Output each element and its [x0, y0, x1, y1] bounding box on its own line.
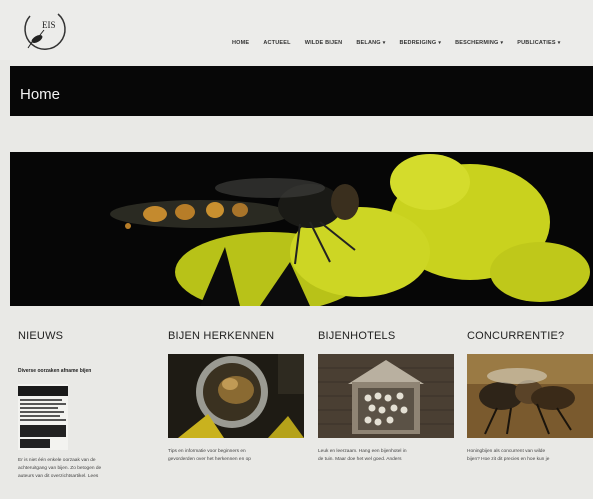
bee-identification-column: BIJEN HERKENNEN Tips en informatie voor …	[168, 330, 304, 464]
news-teaser: Er is niet één enkele oorzaak van de ach…	[18, 457, 146, 481]
bee-identification-teaser-line: Tips en informatie voor beginners en	[168, 449, 246, 454]
nav-wilde-bijen[interactable]: WILDE BIJEN	[305, 40, 343, 46]
nav-bescherming[interactable]: BESCHERMING ▾	[455, 40, 503, 46]
nav-actueel[interactable]: ACTUEEL	[263, 40, 290, 46]
page-title-bar: Home	[10, 66, 593, 116]
nav-belang-label: BELANG	[356, 40, 381, 46]
eis-logo[interactable]: EIS	[20, 8, 70, 54]
news-teaser-line: Er is niet één enkele oorzaak van de	[18, 458, 96, 463]
competition-teaser-line: Honingbijen als concurrent van wilde	[467, 449, 546, 454]
chevron-down-icon: ▾	[382, 40, 386, 46]
nav-bescherming-label: BESCHERMING	[455, 40, 499, 46]
chevron-down-icon: ▾	[557, 40, 561, 46]
chevron-down-icon: ▾	[438, 40, 442, 46]
nav-home[interactable]: HOME	[232, 40, 249, 46]
nav-actueel-label: ACTUEEL	[263, 40, 291, 46]
bee-hotel-image	[318, 354, 454, 438]
main-nav: HOME ACTUEEL WILDE BIJEN BELANG ▾ BEDREIG…	[232, 40, 593, 46]
nav-bedreiging[interactable]: BEDREIGING ▾	[400, 40, 442, 46]
page-title: Home	[20, 86, 61, 103]
nav-publicaties[interactable]: PUBLICATIES ▾	[517, 40, 560, 46]
news-heading: NIEUWS	[18, 330, 64, 342]
nav-publicaties-label: PUBLICATIES	[517, 40, 556, 46]
news-column: NIEUWS Diverse oorzaken afname bijen Er …	[18, 330, 146, 481]
bee-hotels-heading[interactable]: BIJENHOTELS	[318, 330, 454, 342]
logo-text: EIS	[42, 20, 56, 30]
bee-hotels-teaser: Leuk en leerzaam. Hang een bijenhotel in…	[318, 448, 454, 464]
nav-belang[interactable]: BELANG ▾	[356, 40, 385, 46]
bee-hotels-teaser-line: Leuk en leerzaam. Hang een bijenhotel in	[318, 449, 407, 454]
competition-teaser: Honingbijen als concurrent van wilde bij…	[467, 448, 593, 464]
honeybee-image	[467, 354, 593, 438]
news-headline-link[interactable]: Diverse oorzaken afname bijen	[18, 368, 146, 374]
hero-image	[10, 152, 593, 306]
nav-wilde-bijen-label: WILDE BIJEN	[304, 40, 343, 46]
news-document-thumbnail[interactable]	[18, 384, 68, 450]
news-teaser-line: achteruitgang van bijen. Zo betogen de	[18, 466, 102, 471]
site-header: EIS HOME ACTUEEL WILDE BIJEN BELANG ▾ BED…	[0, 0, 593, 60]
bee-hotels-teaser-line: de tuin. Maar doe het wel goed. Anders	[318, 457, 402, 462]
news-teaser-line: auteurs van dit overzichtsartikel. Lees	[18, 474, 99, 479]
content-columns: NIEUWS Diverse oorzaken afname bijen Er …	[0, 330, 593, 499]
logo-icon: EIS	[24, 13, 66, 50]
magnifier-thumbnail[interactable]	[168, 354, 304, 438]
nav-home-label: HOME	[232, 40, 250, 46]
hoverfly-on-flower-image	[10, 152, 593, 306]
bee-identification-teaser-line: gevorderden over het herkennen en op	[168, 457, 251, 462]
magnifier-image	[168, 354, 304, 438]
nav-bedreiging-label: BEDREIGING	[399, 40, 437, 46]
competition-heading[interactable]: CONCURRENTIE?	[467, 330, 593, 342]
bee-hotel-thumbnail[interactable]	[318, 354, 454, 438]
bee-hotels-column: BIJENHOTELS Leuk en leerzaam. Hang een b…	[318, 330, 454, 464]
honeybee-thumbnail[interactable]	[467, 354, 593, 438]
competition-column: CONCURRENTIE? Honingbijen als concurrent…	[467, 330, 593, 464]
bee-identification-teaser: Tips en informatie voor beginners en gev…	[168, 448, 304, 464]
competition-teaser-line: bijen? Hoe zit dit precies en hoe kun je	[467, 457, 550, 462]
bee-identification-heading[interactable]: BIJEN HERKENNEN	[168, 330, 304, 342]
chevron-down-icon: ▾	[500, 40, 504, 46]
document-thumbnail-image	[18, 384, 68, 450]
